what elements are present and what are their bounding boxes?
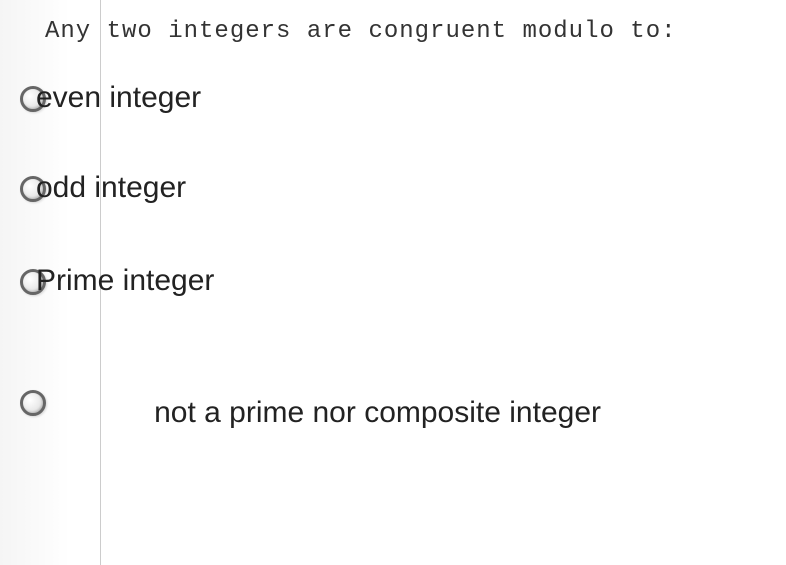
question-text: Any two integers are congruent modulo to… — [45, 18, 677, 45]
option-row-3: Prime integer — [20, 263, 214, 299]
option-row-1: even integer — [20, 80, 201, 116]
option-label-2: odd integer — [36, 170, 186, 206]
option-label-3: Prime integer — [36, 263, 214, 299]
option-label-1: even integer — [36, 80, 201, 116]
option-row-4: not a prime nor composite integer — [20, 390, 601, 435]
radio-option-4[interactable] — [20, 390, 46, 416]
option-row-2: odd integer — [20, 170, 186, 206]
option-label-4: not a prime nor composite integer — [121, 390, 601, 435]
